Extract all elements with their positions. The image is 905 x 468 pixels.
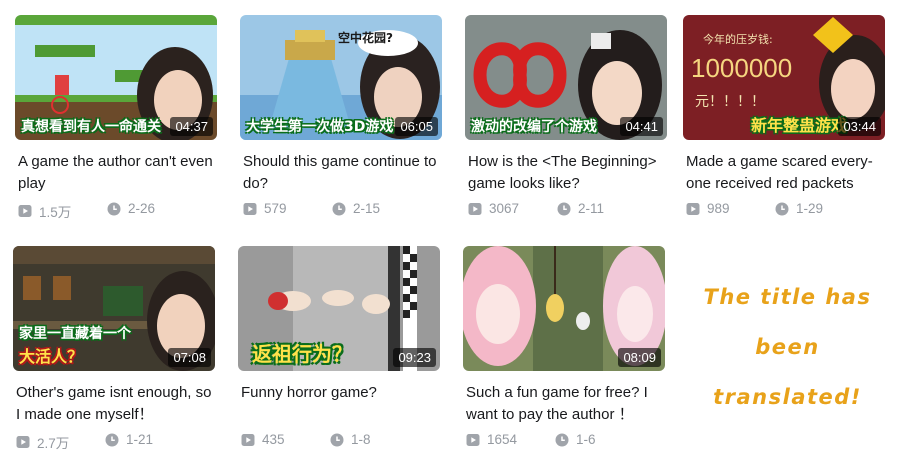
video-duration: 04:41 — [620, 117, 663, 136]
video-title[interactable]: How is the <The Beginning> game looks li… — [465, 151, 667, 195]
upload-date-text: 1-8 — [351, 432, 371, 447]
video-thumbnail[interactable]: 今年的压岁钱: 1000000 元！！！！ 新年整蛊游戏 03:44 — [683, 15, 885, 140]
thumbnail-caption: 真想看到有人一命通关 — [21, 119, 161, 135]
video-card[interactable]: 今年的压岁钱: 1000000 元！！！！ 新年整蛊游戏 03:44 Made … — [683, 15, 885, 219]
upload-date-text: 1-6 — [576, 432, 596, 447]
play-count-icon — [466, 433, 480, 446]
upload-date: 1-29 — [775, 201, 823, 216]
video-card[interactable]: 真想看到有人一命通关 04:37 A game the author can't… — [15, 15, 217, 221]
video-stats: 2.7万 1-21 — [13, 432, 215, 452]
video-title[interactable]: Funny horror game? — [238, 382, 440, 426]
upload-date: 1-8 — [330, 432, 371, 447]
video-title[interactable]: A game the author can't even play — [15, 151, 217, 195]
video-stats: 1.5万 2-26 — [15, 201, 217, 221]
video-thumbnail[interactable]: 家里一直藏着一个 大活人？ 07:08 — [13, 246, 215, 371]
note-line: been — [755, 335, 820, 359]
video-title[interactable]: Should this game continue to do? — [240, 151, 442, 195]
play-count-icon — [468, 202, 482, 215]
video-duration: 08:09 — [618, 348, 661, 367]
video-stats: 989 1-29 — [683, 201, 885, 219]
upload-date-text: 2-15 — [353, 201, 381, 216]
view-count: 1.5万 — [18, 201, 71, 221]
video-thumbnail[interactable]: 08:09 — [463, 246, 665, 371]
upload-date-text: 1-21 — [126, 432, 154, 447]
video-stats: 3067 2-11 — [465, 201, 667, 219]
upload-date: 2-26 — [107, 201, 155, 216]
video-duration: 03:44 — [838, 117, 881, 136]
view-count: 989 — [686, 201, 730, 216]
video-thumbnail[interactable]: 真想看到有人一命通关 04:37 — [15, 15, 217, 140]
thumbnail-caption: 家里一直藏着一个 — [19, 326, 131, 342]
view-count-text: 435 — [262, 432, 285, 447]
video-card[interactable]: 空中花园? 大学生第一次做3D游戏 06:05 Should this game… — [240, 15, 442, 219]
view-count-text: 579 — [264, 201, 287, 216]
view-count: 1654 — [466, 432, 517, 447]
video-card[interactable]: 08:09 Such a fun game for free? I want t… — [463, 246, 665, 450]
play-count-icon — [18, 205, 32, 217]
thumbnail-caption: 大学生第一次做3D游戏 — [246, 119, 394, 135]
overlay-label: 今年的压岁钱: — [703, 33, 773, 46]
upload-date-text: 2-26 — [128, 201, 156, 216]
video-stats: 1654 1-6 — [463, 432, 665, 450]
play-count-icon — [686, 202, 700, 215]
view-count: 2.7万 — [16, 432, 69, 452]
view-count: 3067 — [468, 201, 519, 216]
video-duration: 04:37 — [170, 117, 213, 136]
upload-date: 1-21 — [105, 432, 153, 447]
clock-icon — [330, 433, 344, 446]
clock-icon — [107, 202, 121, 215]
upload-date: 2-15 — [332, 201, 380, 216]
upload-date: 1-6 — [555, 432, 596, 447]
note-line: The title has — [703, 285, 872, 309]
clock-icon — [332, 202, 346, 215]
view-count-text: 1.5万 — [39, 205, 72, 220]
video-thumbnail[interactable]: 激动的改编了个游戏 04:41 — [465, 15, 667, 140]
video-card[interactable]: 返祖行为？ 09:23 Funny horror game? 435 1-8 — [238, 246, 440, 450]
view-count: 435 — [241, 432, 285, 447]
view-count-text: 3067 — [489, 201, 520, 216]
play-count-icon — [243, 202, 257, 215]
thumbnail-caption: 新年整蛊游戏 — [751, 116, 848, 135]
video-thumbnail[interactable]: 返祖行为？ 09:23 — [238, 246, 440, 371]
thumbnail-caption: 激动的改编了个游戏 — [471, 119, 597, 135]
upload-date-text: 2-11 — [578, 201, 605, 216]
video-card[interactable]: 激动的改编了个游戏 04:41 How is the <The Beginnin… — [465, 15, 667, 219]
upload-date-text: 1-29 — [796, 201, 824, 216]
clock-icon — [557, 202, 571, 215]
video-title[interactable]: Made a game scared every-one received re… — [683, 151, 885, 195]
translation-note: The title has been translated! — [690, 272, 885, 422]
play-count-icon — [241, 433, 255, 446]
video-title[interactable]: Other's game isnt enough, so I made one … — [13, 382, 215, 426]
view-count-text: 989 — [707, 201, 730, 216]
clock-icon — [775, 202, 789, 215]
video-card[interactable]: 家里一直藏着一个 大活人？ 07:08 Other's game isnt en… — [13, 246, 215, 452]
upload-date: 2-11 — [557, 201, 604, 216]
overlay-unit: 元！！！！ — [695, 94, 765, 110]
play-count-icon — [16, 436, 30, 448]
video-duration: 09:23 — [393, 348, 436, 367]
view-count-text: 2.7万 — [37, 436, 70, 451]
video-stats: 579 2-15 — [240, 201, 442, 219]
video-duration: 07:08 — [168, 348, 211, 367]
note-line: translated! — [713, 385, 862, 409]
thumbnail-caption-line2: 大活人？ — [19, 347, 84, 366]
view-count-text: 1654 — [487, 432, 518, 447]
video-title[interactable]: Such a fun game for free? I want to pay … — [463, 382, 665, 426]
video-duration: 06:05 — [395, 117, 438, 136]
thumbnail-caption: 返祖行为？ — [252, 342, 352, 366]
view-count: 579 — [243, 201, 287, 216]
thumbnail-sub-caption: 空中花园? — [338, 31, 393, 45]
video-thumbnail[interactable]: 空中花园? 大学生第一次做3D游戏 06:05 — [240, 15, 442, 140]
clock-icon — [105, 433, 119, 446]
overlay-amount: 1000000 — [691, 53, 793, 83]
video-stats: 435 1-8 — [238, 432, 440, 450]
clock-icon — [555, 433, 569, 446]
